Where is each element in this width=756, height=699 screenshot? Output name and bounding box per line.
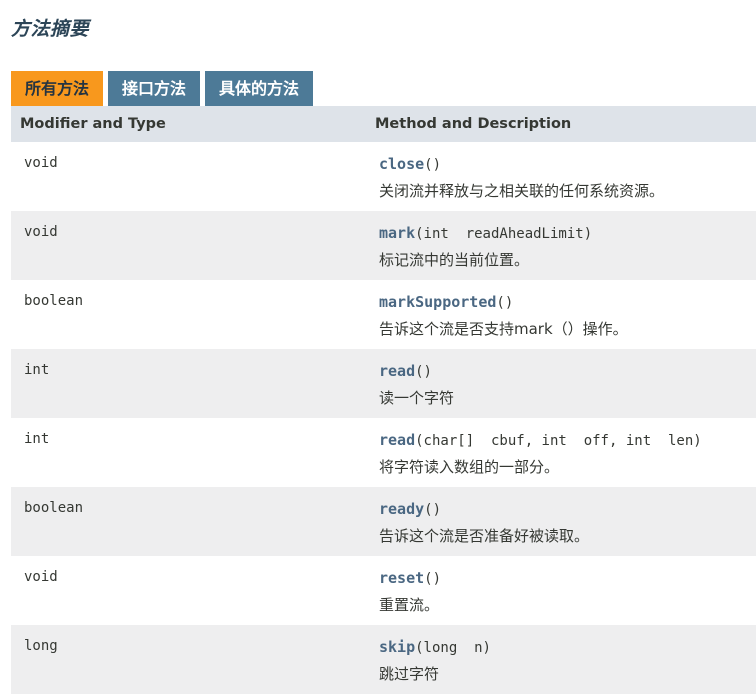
method-link-marksupported[interactable]: markSupported <box>379 293 496 311</box>
modifier-type: void <box>24 569 58 585</box>
method-params: () <box>424 157 442 173</box>
method-params: (long n) <box>415 640 491 656</box>
method-description: 将字符读入数组的一部分。 <box>379 458 560 476</box>
method-params: () <box>415 364 432 380</box>
method-params: () <box>424 502 442 518</box>
table-row: long skip(long n) 跳过字符 <box>11 625 756 694</box>
modifier-type: int <box>24 362 50 378</box>
method-link-skip[interactable]: skip <box>379 638 415 656</box>
method-params: (int readAheadLimit) <box>415 226 593 242</box>
method-params: () <box>496 295 514 311</box>
modifier-type: void <box>24 224 58 240</box>
method-params: (char[] cbuf, int off, int len) <box>415 433 702 449</box>
method-tabs: 所有方法 接口方法 具体的方法 <box>11 71 314 106</box>
modifier-type: int <box>24 431 50 447</box>
table-row: int read() 读一个字符 <box>11 349 756 418</box>
table-row: void mark(int readAheadLimit) 标记流中的当前位置。 <box>11 211 756 280</box>
method-description: 读一个字符 <box>379 389 455 407</box>
method-description: 关闭流并释放与之相关联的任何系统资源。 <box>379 182 665 200</box>
header-modifier-type: Modifier and Type <box>20 116 166 132</box>
method-description: 告诉这个流是否准备好被读取。 <box>379 527 590 545</box>
method-link-read-buffer[interactable]: read <box>379 431 415 449</box>
modifier-type: boolean <box>24 293 84 309</box>
table-header: Modifier and Type Method and Description <box>11 106 756 142</box>
method-link-mark[interactable]: mark <box>379 224 415 242</box>
table-row: void close() 关闭流并释放与之相关联的任何系统资源。 <box>11 142 756 211</box>
method-params: () <box>424 571 442 587</box>
table-row: boolean markSupported() 告诉这个流是否支持mark（）操… <box>11 280 756 349</box>
table-row: int read(char[] cbuf, int off, int len) … <box>11 418 756 487</box>
method-link-read[interactable]: read <box>379 362 415 380</box>
section-title: 方法摘要 <box>11 18 90 40</box>
method-description: 跳过字符 <box>379 665 440 683</box>
method-link-reset[interactable]: reset <box>379 569 424 587</box>
table-row: boolean ready() 告诉这个流是否准备好被读取。 <box>11 487 756 556</box>
modifier-type: long <box>24 638 58 654</box>
method-summary-table: Modifier and Type Method and Description… <box>11 106 756 694</box>
method-link-ready[interactable]: ready <box>379 500 424 518</box>
table-row: void reset() 重置流。 <box>11 556 756 625</box>
tab-all-methods[interactable]: 所有方法 <box>11 71 104 106</box>
method-description: 告诉这个流是否支持mark（）操作。 <box>379 320 628 338</box>
method-description: 重置流。 <box>379 596 440 614</box>
method-description: 标记流中的当前位置。 <box>379 251 530 269</box>
modifier-type: boolean <box>24 500 84 516</box>
tab-interface-methods[interactable]: 接口方法 <box>108 71 201 106</box>
header-method-description: Method and Description <box>375 116 572 132</box>
method-link-close[interactable]: close <box>379 155 424 173</box>
modifier-type: void <box>24 155 58 171</box>
tab-concrete-methods[interactable]: 具体的方法 <box>205 71 314 106</box>
